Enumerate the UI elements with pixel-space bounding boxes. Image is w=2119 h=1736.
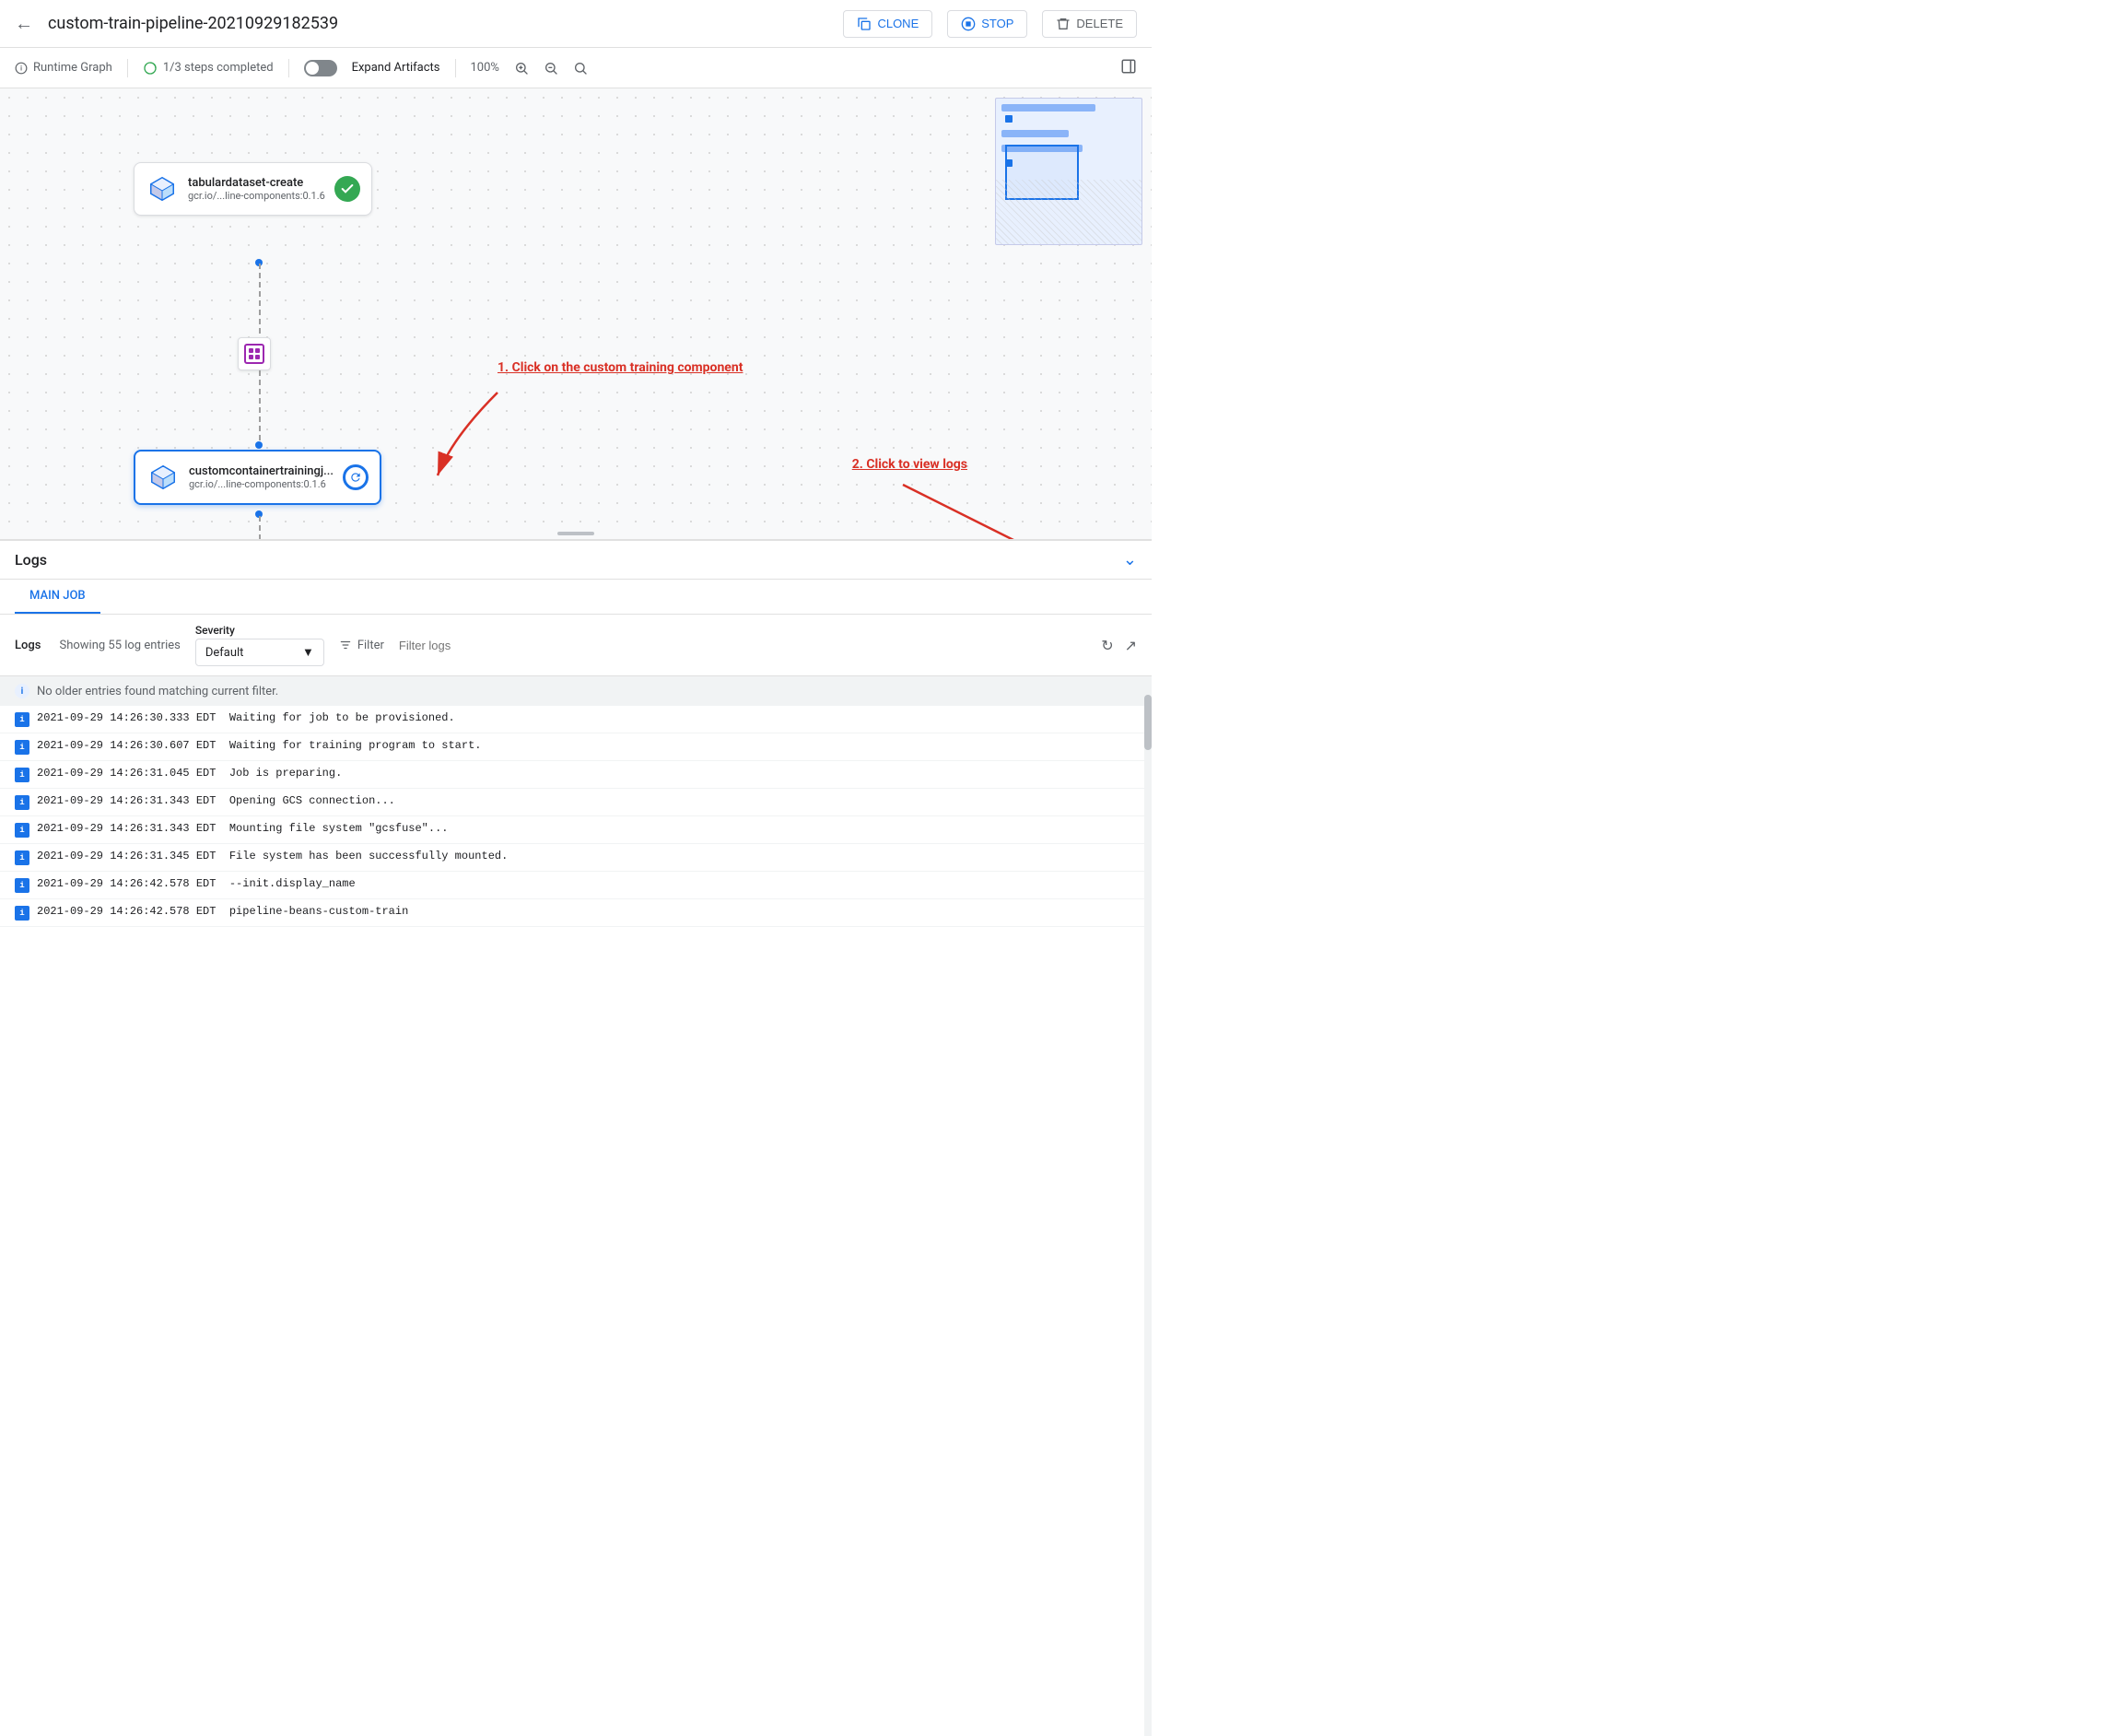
node-icon-tabular <box>146 172 179 205</box>
log-row: i 2021-09-29 14:26:31.345 EDT File syste… <box>0 844 1152 872</box>
log-header-row: i No older entries found matching curren… <box>0 676 1152 706</box>
info-icon: i <box>15 62 28 75</box>
scrollbar-thumb[interactable] <box>1144 695 1152 750</box>
logs-expand-btn[interactable]: ⌄ <box>1123 550 1137 569</box>
node-sub-training: gcr.io/...line-components:0.1.6 <box>189 478 334 490</box>
filter-input[interactable] <box>399 639 583 652</box>
node-info-training: customcontainertrainingj... gcr.io/...li… <box>189 464 334 490</box>
chevron-down-icon: ▼ <box>302 645 314 660</box>
zoom-out-icon <box>544 61 558 76</box>
reset-zoom-icon <box>573 61 588 76</box>
log-row: i 2021-09-29 14:26:31.343 EDT Opening GC… <box>0 789 1152 816</box>
dot-connector-2 <box>255 441 263 449</box>
clone-icon <box>857 17 872 31</box>
log-row: i 2021-09-29 14:26:42.578 EDT --init.dis… <box>0 872 1152 899</box>
clone-button[interactable]: CLONE <box>843 10 932 38</box>
stop-button[interactable]: STOP <box>947 10 1027 38</box>
logs-header: Logs ⌄ <box>0 541 1152 580</box>
log-info-icon: i <box>15 823 29 838</box>
annotation-2: 2. Click to view logs <box>852 457 967 472</box>
panel-icon[interactable] <box>1120 58 1137 75</box>
steps-completed: 1/3 steps completed <box>143 61 274 76</box>
page-title: custom-train-pipeline-20210929182539 <box>48 14 828 33</box>
refresh-btn[interactable]: ↻ <box>1101 637 1113 654</box>
checkmark-icon <box>340 182 355 196</box>
info-circle-icon: i <box>15 684 29 698</box>
pipeline-node-training[interactable]: customcontainertrainingj... gcr.io/...li… <box>134 450 381 505</box>
log-row: i 2021-09-29 14:26:42.578 EDT pipeline-b… <box>0 899 1152 927</box>
logs-section: Logs ⌄ MAIN JOB Logs Showing 55 log entr… <box>0 540 1152 1736</box>
log-info-icon: i <box>15 906 29 921</box>
stop-icon <box>961 17 976 31</box>
log-info-icon: i <box>15 740 29 755</box>
toolbar-divider-1 <box>127 59 128 77</box>
toolbar-divider-3 <box>455 59 456 77</box>
app-header: ← custom-train-pipeline-20210929182539 C… <box>0 0 1152 48</box>
log-info-icon: i <box>15 878 29 893</box>
intermediate-node[interactable] <box>238 337 271 370</box>
logs-count-label: Logs <box>15 639 41 652</box>
connector-svg-2 <box>255 370 264 444</box>
grid-icon <box>244 344 264 364</box>
annotation-1: 1. Click on the custom training componen… <box>498 360 743 375</box>
svg-text:i: i <box>20 65 22 72</box>
log-row: i 2021-09-29 14:26:30.333 EDT Waiting fo… <box>0 706 1152 733</box>
node-status-tabular <box>334 176 360 202</box>
zoom-out-btn[interactable] <box>544 61 558 76</box>
minimap-hatch <box>996 180 1141 244</box>
filter-btn[interactable]: Filter <box>339 639 384 652</box>
connector-svg-3 <box>255 516 264 540</box>
log-row: i 2021-09-29 14:26:31.343 EDT Mounting f… <box>0 816 1152 844</box>
log-row: i 2021-09-29 14:26:31.045 EDT Job is pre… <box>0 761 1152 789</box>
severity-select[interactable]: Default ▼ <box>195 639 324 666</box>
log-row: i 2021-09-29 14:26:30.607 EDT Waiting fo… <box>0 733 1152 761</box>
tab-main-job[interactable]: MAIN JOB <box>15 580 100 614</box>
delete-button[interactable]: DELETE <box>1042 10 1137 38</box>
pipeline-node-tabular[interactable]: tabulardataset-create gcr.io/...line-com… <box>134 162 372 216</box>
logs-count: Showing 55 log entries <box>59 639 180 652</box>
log-info-icon: i <box>15 712 29 727</box>
back-button[interactable]: ← <box>15 12 33 35</box>
cube-icon <box>148 175 176 203</box>
severity-control: Severity Default ▼ <box>195 624 324 666</box>
running-icon <box>349 471 362 484</box>
toolbar: i Runtime Graph 1/3 steps completed Expa… <box>0 48 1152 88</box>
logs-controls: Logs Showing 55 log entries Severity Def… <box>0 615 1152 676</box>
minimap-bar-2 <box>1001 130 1069 137</box>
expand-artifacts-label: Expand Artifacts <box>352 61 440 75</box>
external-link-btn[interactable]: ↗ <box>1125 637 1137 654</box>
toolbar-divider-2 <box>288 59 289 77</box>
scrollbar-track <box>1144 676 1152 1736</box>
canvas-resize-handle[interactable] <box>557 532 594 535</box>
log-info-icon: i <box>15 768 29 782</box>
node-info-tabular: tabulardataset-create gcr.io/...line-com… <box>188 176 325 202</box>
delete-icon <box>1056 17 1071 31</box>
node-status-training <box>343 464 369 490</box>
logs-tabs: MAIN JOB <box>0 580 1152 615</box>
expand-artifacts-toggle[interactable] <box>304 60 337 76</box>
minimap[interactable] <box>995 98 1142 245</box>
node-sub-tabular: gcr.io/...line-components:0.1.6 <box>188 190 325 202</box>
logs-actions: ↻ ↗ <box>1101 637 1137 654</box>
minimap-bar-1 <box>1001 104 1095 111</box>
minimap-node-1 <box>1005 115 1013 123</box>
zoom-level: 100% <box>471 61 499 75</box>
log-info-icon: i <box>15 795 29 810</box>
severity-label: Severity <box>195 624 324 637</box>
progress-icon <box>143 61 158 76</box>
log-info-icon: i <box>15 850 29 865</box>
node-name-training: customcontainertrainingj... <box>189 464 334 478</box>
zoom-in-btn[interactable] <box>514 61 529 76</box>
logs-title: Logs <box>15 551 1123 569</box>
cube-icon-2 <box>149 463 177 491</box>
runtime-graph-btn[interactable]: i Runtime Graph <box>15 61 112 75</box>
filter-icon <box>339 639 352 651</box>
logs-body[interactable]: i No older entries found matching curren… <box>0 676 1152 1736</box>
connector-svg-1 <box>255 264 264 337</box>
pipeline-canvas[interactable]: tabulardataset-create gcr.io/...line-com… <box>0 88 1152 540</box>
zoom-in-icon <box>514 61 529 76</box>
reset-zoom-btn[interactable] <box>573 61 588 76</box>
node-name-tabular: tabulardataset-create <box>188 176 325 190</box>
node-icon-training <box>146 461 180 494</box>
